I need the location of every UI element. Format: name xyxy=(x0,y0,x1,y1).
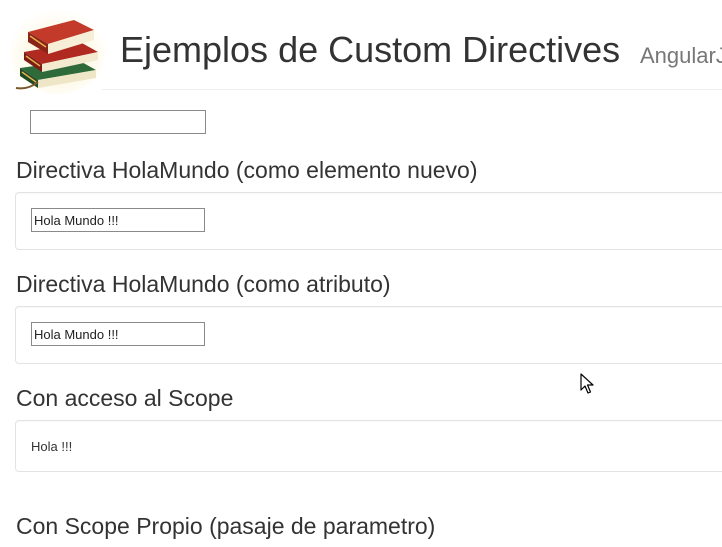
header-divider xyxy=(102,89,722,90)
section-well-element xyxy=(15,192,722,250)
scope-greeting-text: Hola !!! xyxy=(31,439,73,454)
mouse-pointer-icon xyxy=(580,373,594,394)
page-header: Ejemplos de Custom Directives AngularJS xyxy=(0,0,722,94)
section-title-element: Directiva HolaMundo (como elemento nuevo… xyxy=(16,157,478,183)
section-title-own-scope: Con Scope Propio (pasaje de parametro) xyxy=(16,513,436,539)
section-well-scope: Hola !!! xyxy=(15,420,722,472)
page-title: Ejemplos de Custom Directives xyxy=(120,29,621,70)
books-stack-icon xyxy=(10,10,106,94)
page-subtitle: AngularJS xyxy=(640,43,722,68)
section-well-attribute xyxy=(15,306,722,364)
section-title-scope: Con acceso al Scope xyxy=(16,385,234,411)
hola-mundo-attribute-input[interactable] xyxy=(31,322,205,346)
top-text-input[interactable] xyxy=(30,110,206,134)
section-title-attribute: Directiva HolaMundo (como atributo) xyxy=(16,271,391,297)
hola-mundo-element-input[interactable] xyxy=(31,208,205,232)
